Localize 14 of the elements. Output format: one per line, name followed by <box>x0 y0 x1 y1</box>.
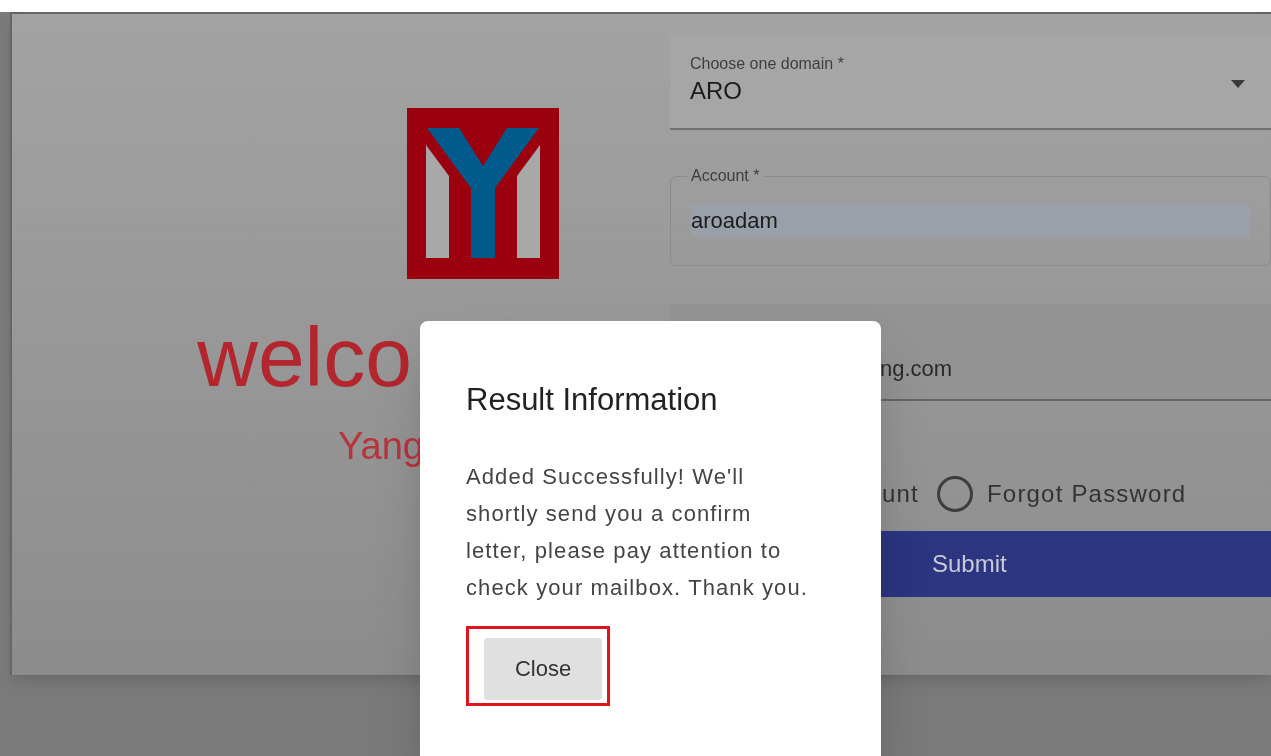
domain-select[interactable]: Choose one domain * ARO <box>670 36 1271 130</box>
account-label: Account * <box>690 166 761 186</box>
radio-label: unt <box>882 479 919 509</box>
email-value: ng.com <box>880 356 953 381</box>
forgot-password-radio[interactable] <box>936 476 973 512</box>
logo-icon <box>407 108 559 279</box>
domain-value: ARO <box>690 76 742 106</box>
company-subtitle: Yang <box>338 427 424 465</box>
welcome-heading: welco <box>197 315 412 399</box>
close-button[interactable]: Close <box>484 637 602 700</box>
dropdown-caret-icon <box>1231 80 1245 88</box>
domain-label: Choose one domain * <box>690 54 845 74</box>
account-value: aroadam <box>691 204 1250 237</box>
radio-label: Forgot Password <box>986 479 1187 509</box>
